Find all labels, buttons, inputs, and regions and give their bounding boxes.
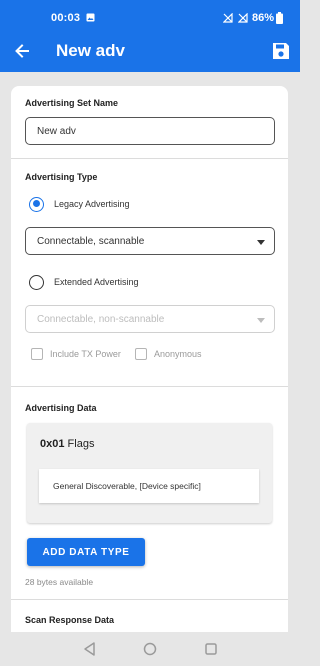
app-bar: New adv [0,32,300,72]
system-nav-bar [0,632,300,666]
legacy-advertising-radio[interactable] [29,196,44,212]
flag-code: 0x01 [40,438,65,450]
anonymous-checkbox-row: Anonymous [135,346,202,362]
flag-value-box: General Discoverable, [Device specific] [39,469,259,503]
advertiser-form: Advertising Set Name Advertising Type Le… [11,86,288,632]
image-icon [86,13,95,22]
extended-advertising-select-value: Connectable, non-scannable [37,314,165,325]
anonymous-checkbox [135,348,147,360]
advertising-set-name-label: Advertising Set Name [25,98,119,108]
back-triangle-icon[interactable] [81,640,99,658]
anonymous-label: Anonymous [154,349,202,359]
include-tx-power-label: Include TX Power [50,349,121,359]
add-data-type-button[interactable]: ADD DATA TYPE [27,538,145,566]
home-circle-icon[interactable] [141,640,159,658]
page-title: New adv [56,41,125,60]
no-signal-icon [223,13,233,23]
no-signal-icon [238,13,248,23]
extended-advertising-select: Connectable, non-scannable [25,305,275,333]
flag-value: General Discoverable, [Device specific] [53,481,201,491]
battery-percent: 86% [252,12,275,24]
include-tx-power-checkbox-row: Include TX Power [31,346,121,362]
legacy-advertising-select[interactable]: Connectable, scannable [25,227,275,255]
advertising-set-name-input[interactable] [26,118,274,144]
advertising-type-label: Advertising Type [25,172,98,182]
status-bar: 00:03 86% [0,0,300,32]
recents-square-icon[interactable] [202,640,220,658]
battery-icon [276,12,283,24]
save-icon[interactable] [270,40,292,62]
include-tx-power-checkbox [31,348,43,360]
legacy-advertising-select-value: Connectable, scannable [37,236,145,247]
advertising-data-label: Advertising Data [25,403,97,413]
legacy-advertising-radio-row[interactable]: Legacy Advertising [29,195,130,213]
bytes-available: 28 bytes available [25,577,94,587]
extended-advertising-label: Extended Advertising [54,277,139,287]
extended-advertising-radio[interactable] [29,274,44,290]
flags-data-item[interactable]: 0x01 Flags General Discoverable, [Device… [27,423,272,523]
divider [11,599,288,600]
status-time: 00:03 [51,12,81,24]
divider [11,158,288,159]
dropdown-arrow-icon [257,240,265,245]
extended-advertising-radio-row[interactable]: Extended Advertising [29,273,139,291]
arrow-back-icon[interactable] [12,41,32,61]
scan-response-data-label: Scan Response Data [25,615,115,625]
divider [11,386,288,387]
dropdown-arrow-icon [257,318,265,323]
flags-title: 0x01 Flags [40,438,94,450]
advertising-set-name-field[interactable] [25,117,275,145]
flag-name: Flags [67,438,95,450]
legacy-advertising-label: Legacy Advertising [54,199,130,209]
